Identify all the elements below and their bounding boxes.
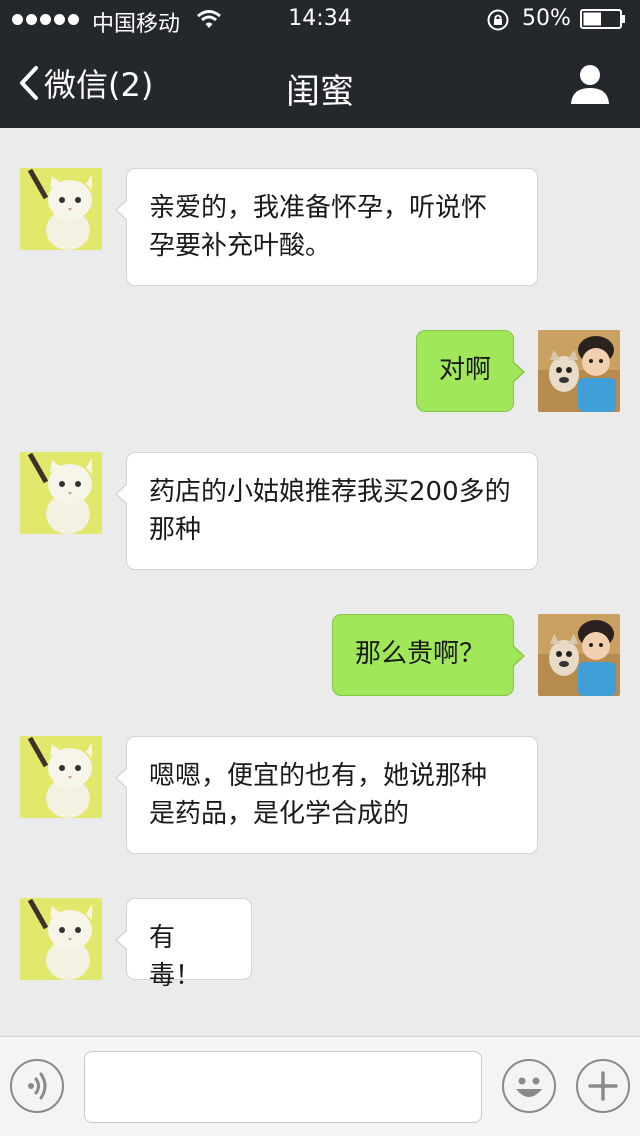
profile-icon[interactable]: [566, 60, 614, 108]
message-bubble-incoming[interactable]: 嗯嗯，便宜的也有，她说那种是药品，是化学合成的: [115, 736, 538, 854]
voice-icon: [28, 1072, 47, 1100]
emoji-button[interactable]: [502, 1059, 556, 1113]
battery-icon: [580, 9, 625, 29]
plus-icon: [588, 1071, 618, 1101]
more-button[interactable]: [576, 1059, 630, 1113]
status-bar: 中国移动 14:34 50%: [0, 0, 640, 40]
header: 中国移动 14:34 50% 微信(2) 闺蜜: [0, 0, 640, 128]
boy-dog-avatar-image: [538, 330, 620, 412]
message-bubble-outgoing[interactable]: 对啊: [416, 330, 525, 412]
contact-avatar[interactable]: [20, 452, 102, 534]
message-text: 那么贵啊？: [355, 639, 486, 669]
input-toolbar: [0, 1036, 640, 1136]
contact-avatar[interactable]: [20, 168, 102, 250]
contact-avatar[interactable]: [20, 736, 102, 818]
message-text: 药店的小姑娘推荐我买200多的那种: [149, 477, 511, 545]
boy-dog-avatar-image: [538, 614, 620, 696]
message-text: 对啊: [439, 355, 492, 385]
message-text: 嗯嗯，便宜的也有，她说那种是药品，是化学合成的: [149, 761, 488, 829]
kitten-avatar-image: [20, 898, 102, 980]
my-avatar[interactable]: [538, 614, 620, 696]
voice-button[interactable]: [10, 1059, 64, 1113]
battery-percent: 50%: [522, 6, 571, 31]
emoji-icon: [516, 1077, 542, 1097]
message-bubble-incoming[interactable]: 药店的小姑娘推荐我买200多的那种: [115, 452, 538, 570]
page-title: 闺蜜: [286, 72, 354, 112]
message-input[interactable]: [84, 1051, 482, 1123]
message-bubble-incoming[interactable]: 有毒！: [115, 898, 252, 991]
kitten-avatar-image: [20, 168, 102, 250]
my-avatar[interactable]: [538, 330, 620, 412]
message-bubble-outgoing[interactable]: 那么贵啊？: [332, 614, 525, 696]
message-bubble-incoming[interactable]: 亲爱的，我准备怀孕，听说怀孕要补充叶酸。: [115, 168, 538, 286]
message-text: 有毒！: [149, 923, 202, 991]
kitten-avatar-image: [20, 736, 102, 818]
kitten-avatar-image: [20, 452, 102, 534]
message-text: 亲爱的，我准备怀孕，听说怀孕要补充叶酸。: [149, 193, 488, 261]
chat-screen: 中国移动 14:34 50% 微信(2) 闺蜜 亲爱的，我准备怀孕，听说怀孕要补…: [0, 0, 640, 1136]
contact-avatar[interactable]: [20, 898, 102, 980]
rotation-lock-icon: [487, 9, 509, 31]
